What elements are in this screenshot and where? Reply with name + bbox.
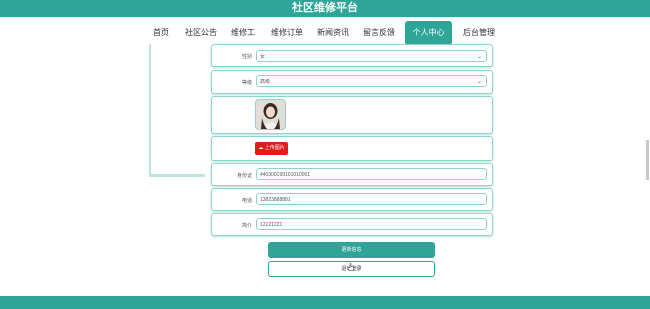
phone-label: 电话	[241, 198, 252, 204]
upload-cloud-icon: ☁	[258, 145, 264, 151]
avatar-row	[211, 96, 493, 134]
upload-image-button[interactable]: ☁ 上传图片	[255, 142, 288, 155]
site-title: 社区维修平台	[292, 2, 358, 14]
nav-item-notice[interactable]: 社区公告	[184, 22, 218, 44]
chevron-down-icon: ⌄	[476, 79, 482, 85]
nav-item-profile[interactable]: 个人中心	[405, 21, 452, 45]
gender-row: 性别 女 ⌄	[211, 44, 493, 67]
chevron-down-icon: ⌄	[476, 54, 482, 60]
intro-row: 简介 12121221	[211, 213, 493, 236]
hand-cursor-icon	[348, 263, 354, 271]
decor-line-horizontal	[149, 174, 205, 177]
intro-label: 简介	[241, 223, 252, 229]
grade-select[interactable]: 高级 ⌄	[256, 75, 487, 87]
nav-item-feedback[interactable]: 留言反馈	[361, 22, 397, 44]
gender-label: 性别	[241, 54, 252, 60]
nav-item-workers[interactable]: 维修工	[229, 22, 257, 44]
nav-item-news[interactable]: 新闻资讯	[315, 22, 351, 44]
phone-input[interactable]: 13823888881	[256, 193, 487, 205]
phone-row: 电话 13823888881	[211, 188, 493, 211]
id-card-row: 身份证 440300199101010001	[211, 163, 493, 186]
main-nav: 首页 社区公告 维修工 维修订单 新闻资讯 留言反馈 个人中心 后台管理	[0, 21, 650, 45]
gender-value: 女	[260, 54, 266, 60]
grade-label: 等级	[241, 80, 252, 86]
grade-row: 等级 高级 ⌄	[211, 70, 493, 94]
grade-value: 高级	[260, 79, 271, 85]
nav-item-orders[interactable]: 维修订单	[269, 22, 305, 44]
scrollbar-thumb[interactable]	[646, 140, 649, 180]
avatar	[255, 99, 286, 130]
top-bar: 社区维修平台	[0, 0, 650, 17]
upload-row: ☁ 上传图片	[211, 136, 493, 161]
nav-item-home[interactable]: 首页	[149, 22, 173, 44]
decor-line-vertical	[149, 44, 151, 175]
nav-item-admin[interactable]: 后台管理	[461, 22, 497, 44]
update-info-button[interactable]: 更新信息	[268, 242, 435, 258]
id-card-input[interactable]: 440300199101010001	[256, 168, 487, 180]
footer-bar	[0, 296, 650, 309]
id-card-label: 身份证	[236, 173, 252, 179]
avatar-photo-icon	[256, 100, 285, 129]
intro-input[interactable]: 12121221	[256, 218, 487, 230]
gender-select[interactable]: 女 ⌄	[256, 50, 487, 62]
upload-button-label: 上传图片	[264, 145, 285, 151]
